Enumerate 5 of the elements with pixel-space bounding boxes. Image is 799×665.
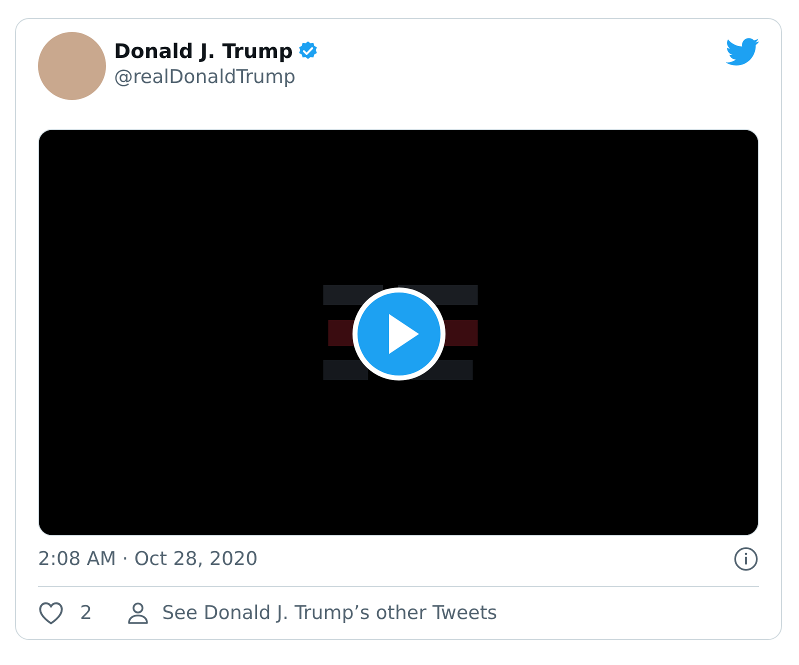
author-name[interactable]: Donald J. Trump [114,39,293,63]
timestamp[interactable]: 2:08 AM · Oct 28, 2020 [38,548,258,570]
like-count: 2 [80,602,92,624]
profile-link[interactable]: See Donald J. Trump’s other Tweets [162,602,498,624]
author-handle[interactable]: @realDonaldTrump [114,66,726,88]
